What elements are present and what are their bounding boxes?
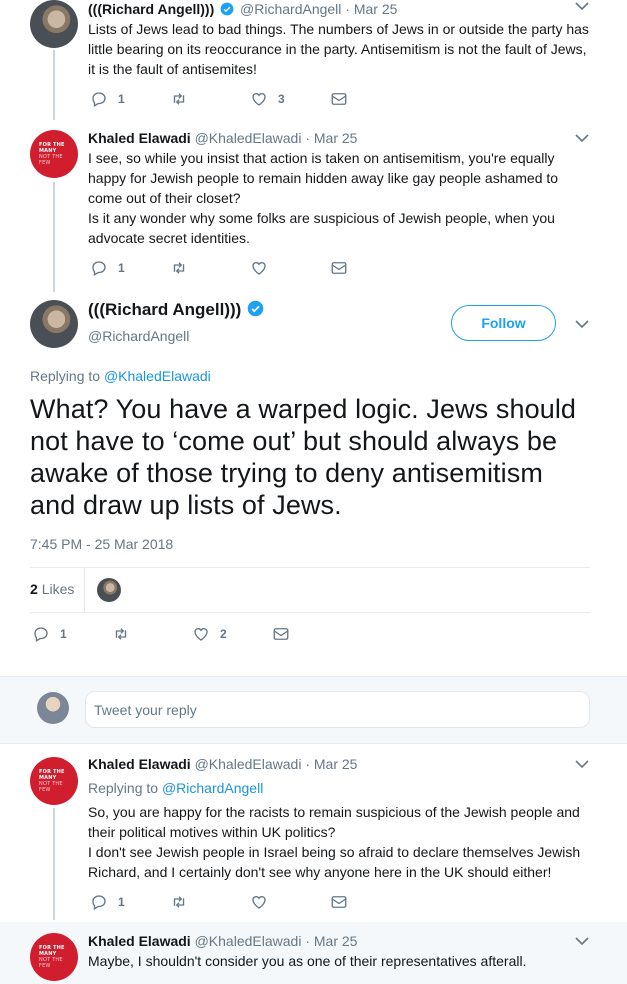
- main-tweet-header: (((Richard Angell))): [88, 300, 266, 319]
- author-name[interactable]: Khaled Elawadi: [88, 130, 191, 146]
- author-handle[interactable]: @RichardAngell: [240, 1, 341, 17]
- avatar[interactable]: FOR THE MANY NOT THE FEW: [30, 933, 78, 981]
- author-name[interactable]: (((Richard Angell))): [88, 300, 241, 319]
- likes-stat[interactable]: 2 Likes: [30, 580, 74, 598]
- tweet-text: So, you are happy for the racists to rem…: [88, 804, 581, 880]
- envelope-icon: [331, 93, 347, 105]
- like-button[interactable]: 3: [250, 90, 285, 108]
- retweet-button[interactable]: [170, 259, 198, 277]
- like-count: 2: [220, 627, 227, 641]
- message-button[interactable]: [330, 90, 358, 108]
- envelope-icon: [331, 262, 347, 274]
- main-tweet-text: What? You have a warped logic. Jews shou…: [30, 394, 577, 520]
- like-button[interactable]: [250, 893, 278, 911]
- message-button[interactable]: [330, 259, 358, 277]
- reply-button[interactable]: 1: [90, 893, 125, 911]
- like-count: 3: [278, 92, 285, 106]
- avatar: [37, 692, 69, 724]
- heart-icon: [252, 896, 266, 909]
- author-name[interactable]: Khaled Elawadi: [88, 756, 191, 772]
- envelope-icon: [331, 896, 347, 908]
- tweet-date[interactable]: Mar 25: [314, 130, 358, 146]
- reply-input[interactable]: Tweet your reply: [85, 691, 590, 728]
- thread-line: [53, 50, 55, 120]
- author-name[interactable]: (((Richard Angell))): [88, 1, 214, 17]
- tweet-header: Khaled Elawadi @KhaledElawadi · Mar 25: [88, 130, 358, 146]
- replying-to-link[interactable]: @RichardAngell: [162, 780, 263, 796]
- author-handle[interactable]: @KhaledElawadi: [195, 756, 302, 772]
- reply-icon: [92, 92, 106, 107]
- tweet-text: I see, so while you insist that action i…: [88, 150, 559, 246]
- reply-icon: [92, 895, 106, 910]
- reply-button[interactable]: 1: [90, 90, 125, 108]
- like-button[interactable]: 2: [192, 625, 227, 643]
- tweet-date[interactable]: Mar 25: [314, 933, 358, 949]
- chevron-down-icon[interactable]: [575, 1, 589, 11]
- replying-to: Replying to @KhaledElawadi: [30, 368, 211, 384]
- reply-count: 1: [118, 895, 125, 909]
- heart-icon: [252, 93, 266, 106]
- reply-count: 1: [118, 261, 125, 275]
- author-handle[interactable]: @RichardAngell: [88, 327, 189, 345]
- retweet-icon: [173, 262, 185, 274]
- divider: [30, 612, 590, 613]
- likes-label: Likes: [41, 581, 75, 597]
- author-handle[interactable]: @KhaledElawadi: [195, 933, 302, 949]
- reply-icon: [34, 627, 48, 642]
- chevron-down-icon[interactable]: [575, 759, 589, 769]
- likes-count: 2: [30, 581, 38, 597]
- reply-count: 1: [60, 627, 67, 641]
- verified-badge-icon: [247, 300, 264, 317]
- avatar[interactable]: FOR THE MANY NOT THE FEW: [30, 757, 78, 805]
- tweet-header: Khaled Elawadi @KhaledElawadi · Mar 25: [88, 756, 358, 772]
- retweet-icon: [173, 93, 185, 105]
- message-button[interactable]: [330, 893, 358, 911]
- tweet-date[interactable]: Mar 25: [314, 756, 358, 772]
- retweet-button[interactable]: [170, 90, 198, 108]
- reply-icon: [92, 261, 106, 276]
- reply-button[interactable]: 1: [32, 625, 67, 643]
- envelope-icon: [273, 628, 289, 640]
- reply-count: 1: [118, 92, 125, 106]
- retweet-icon: [115, 628, 127, 640]
- avatar[interactable]: FOR THE MANY NOT THE FEW: [30, 130, 78, 178]
- chevron-down-icon[interactable]: [575, 319, 589, 329]
- author-name[interactable]: Khaled Elawadi: [88, 933, 191, 949]
- tweet-text: Lists of Jews lead to bad things. The nu…: [88, 21, 589, 77]
- tweet-header: Khaled Elawadi @KhaledElawadi · Mar 25: [88, 933, 358, 949]
- chevron-down-icon[interactable]: [575, 936, 589, 946]
- tweet-text: Maybe, I shouldn't consider you as one o…: [88, 953, 527, 969]
- verified-badge-icon: [220, 2, 234, 16]
- divider: [30, 567, 590, 568]
- reply-button[interactable]: 1: [90, 259, 125, 277]
- liker-avatar[interactable]: [97, 578, 121, 602]
- tweet-timestamp[interactable]: 7:45 PM - 25 Mar 2018: [30, 535, 173, 553]
- tweet-header: (((Richard Angell))) @RichardAngell · Ma…: [88, 1, 398, 17]
- author-handle[interactable]: @KhaledElawadi: [195, 130, 302, 146]
- divider: [84, 568, 85, 612]
- thread-line: [53, 808, 55, 920]
- retweet-button[interactable]: [170, 893, 198, 911]
- message-button[interactable]: [272, 625, 300, 643]
- like-button[interactable]: [250, 259, 278, 277]
- replying-to: Replying to @RichardAngell: [88, 780, 264, 796]
- tweet-date[interactable]: Mar 25: [354, 1, 398, 17]
- chevron-down-icon[interactable]: [575, 133, 589, 143]
- retweet-button[interactable]: [112, 625, 140, 643]
- follow-button[interactable]: Follow: [451, 305, 556, 341]
- replying-to-link[interactable]: @KhaledElawadi: [104, 368, 211, 384]
- thread-line: [53, 182, 55, 292]
- avatar[interactable]: [30, 0, 78, 48]
- avatar[interactable]: [30, 300, 78, 348]
- retweet-icon: [173, 896, 185, 908]
- heart-icon: [194, 628, 208, 641]
- heart-icon: [252, 262, 266, 275]
